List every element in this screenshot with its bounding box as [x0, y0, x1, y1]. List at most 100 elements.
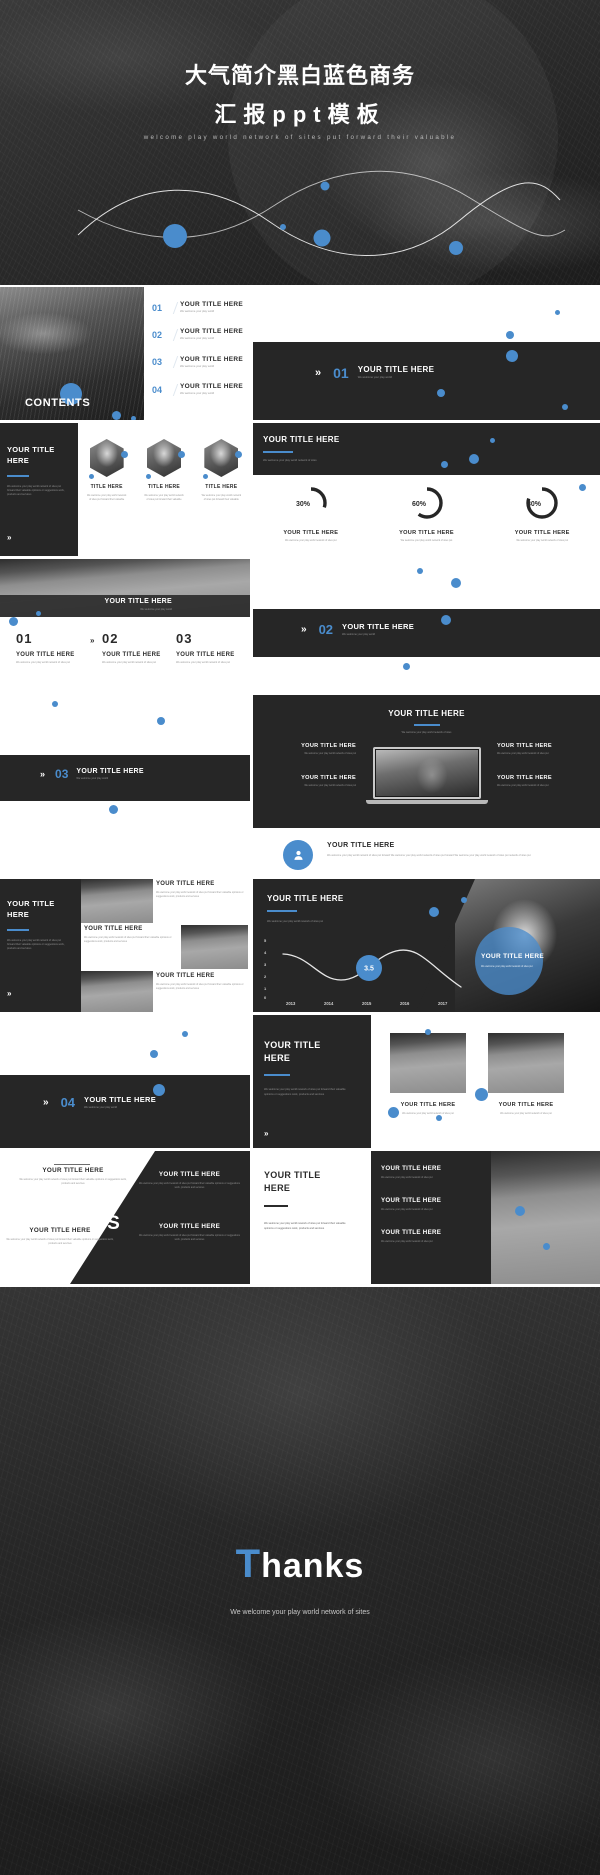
list-item[interactable]: 01 YOUR TITLE HERE We welcome your play …	[152, 301, 244, 314]
divider	[54, 1164, 90, 1165]
donut-slide-title: YOUR TITLE HERE	[263, 435, 340, 444]
decorative-dot	[506, 350, 518, 362]
gallery-card-title: YOUR TITLE HERE	[156, 881, 215, 887]
contents-item-number: 02	[152, 329, 163, 340]
gallery-card[interactable]: YOUR TITLE HERE We welcome your play wor…	[156, 973, 248, 991]
vs-item[interactable]: YOUR TITLE HERE We welcome your play wor…	[137, 1171, 242, 1190]
donut-stat-item[interactable]: 30% YOUR TITLE HERE We welcome your play…	[253, 475, 369, 556]
svg-text:1: 1	[264, 986, 267, 991]
gallery-card-desc: We welcome your play world network of si…	[156, 983, 244, 990]
section-band: » 04 YOUR TITLE HERE We welcome your pla…	[0, 1075, 250, 1148]
beach-banner-slide: YOUR TITLE HERE We welcome your play wor…	[0, 559, 250, 692]
decorative-dot	[543, 1243, 550, 1250]
section-desc: We welcome your play world	[357, 376, 392, 380]
donut-item-title: YOUR TITLE HERE	[514, 530, 570, 536]
feature-item[interactable]: YOUR TITLE HERE We welcome your play wor…	[261, 775, 356, 788]
decorative-dot	[436, 1115, 442, 1121]
decorative-dot	[475, 1088, 488, 1101]
feature-desc: We welcome your play world network of si…	[304, 752, 356, 755]
contents-item-title: YOUR TITLE HERE	[180, 382, 244, 390]
list-left-panel: YOUR TITLE HERE We welcome your play wor…	[253, 1151, 371, 1284]
section-number: 03	[55, 767, 69, 781]
feature-item[interactable]: YOUR TITLE HERE We welcome your play wor…	[261, 743, 356, 756]
donut-chart-80: 80%	[526, 487, 558, 519]
gallery-card[interactable]: YOUR TITLE HERE We welcome your play wor…	[84, 926, 176, 944]
donut-chart-60: 60%	[410, 487, 443, 519]
decorative-dot	[451, 578, 461, 588]
decorative-dot	[131, 416, 136, 420]
vs-item[interactable]: YOUR TITLE HERE We welcome your play wor…	[137, 1223, 242, 1242]
accent-rule	[264, 1205, 288, 1207]
list-item[interactable]: 03 YOUR TITLE HERE We welcome your play …	[152, 356, 244, 369]
list-item-desc: We welcome your play world network of si…	[381, 1207, 433, 1211]
card-desc: We welcome your play world network of si…	[402, 1112, 454, 1115]
cover-slide: 大气简介黑白蓝色商务 汇报ppt模板 welcome play world ne…	[0, 0, 600, 285]
divider	[165, 356, 179, 369]
feature-item[interactable]: YOUR TITLE HERE We welcome your play wor…	[497, 775, 592, 788]
contents-item-desc: We welcome your play world	[180, 337, 215, 341]
team-title-line-2: HERE	[7, 455, 30, 465]
gallery-left-panel: YOUR TITLE HERE We welcome your play wor…	[0, 879, 81, 1012]
decorative-dot	[441, 461, 448, 468]
avatar	[204, 439, 239, 477]
team-left-panel: YOUR TITLE HERE We welcome your play wor…	[0, 423, 78, 556]
list-item-title: YOUR TITLE HERE	[381, 1228, 442, 1236]
panel-title-line-2: HERE	[264, 1183, 291, 1194]
section-title: YOUR TITLE HERE	[76, 767, 144, 775]
gallery-card-title: YOUR TITLE HERE	[84, 926, 143, 932]
contents-list: 01 YOUR TITLE HERE We welcome your play …	[144, 287, 250, 420]
vs-item-desc: We welcome your play world network of si…	[139, 1234, 240, 1241]
team-member-card[interactable]: TITLE HERE We welcome your play world ne…	[139, 439, 189, 556]
numbered-item[interactable]: 03 YOUR TITLE HERE We welcome your play …	[176, 631, 250, 665]
feature-item[interactable]: YOUR TITLE HERE We welcome your play wor…	[497, 743, 592, 756]
list-item[interactable]: YOUR TITLE HERE We welcome your play wor…	[381, 1197, 481, 1212]
team-member-desc: We welcome your play world network of si…	[86, 494, 127, 501]
decorative-dot	[235, 451, 243, 458]
accent-rule	[413, 724, 440, 726]
team-member-name: TITLE HERE	[147, 484, 181, 490]
team-member-card[interactable]: TITLE HERE We welcome your play world ne…	[82, 439, 132, 556]
card-desc: We welcome your play world network of si…	[500, 1112, 552, 1115]
list-item[interactable]: 02 YOUR TITLE HERE We welcome your play …	[152, 328, 244, 341]
donut-percent-label: 60%	[412, 501, 427, 508]
gallery-card[interactable]: YOUR TITLE HERE We welcome your play wor…	[156, 881, 248, 899]
image-card[interactable]: YOUR TITLE HERE We welcome your play wor…	[488, 1033, 564, 1116]
donut-stat-item[interactable]: 60% YOUR TITLE HERE We welcome your play…	[369, 475, 485, 556]
decorative-dot	[177, 451, 185, 458]
icon-row-slide: YOUR TITLE HERE We welcome your play wor…	[253, 831, 600, 879]
svg-text:2015: 2015	[362, 1001, 372, 1006]
card-title: YOUR TITLE HERE	[498, 1102, 554, 1108]
two-images-slide: YOUR TITLE HERE We welcome your play wor…	[253, 1015, 600, 1148]
item-number: 03	[176, 631, 193, 646]
thanks-subtitle: We welcome your play world network of si…	[230, 1609, 370, 1616]
donut-stat-item[interactable]: 80% YOUR TITLE HERE We welcome your play…	[484, 475, 600, 556]
accent-rule	[263, 451, 293, 453]
list-item[interactable]: YOUR TITLE HERE We welcome your play wor…	[381, 1165, 481, 1180]
list-item[interactable]: 04 YOUR TITLE HERE We welcome your play …	[152, 383, 244, 396]
donut-item-title: YOUR TITLE HERE	[283, 530, 339, 536]
team-desc: We welcome your play world network of si…	[7, 485, 65, 496]
vs-item-title: YOUR TITLE HERE	[158, 1223, 221, 1230]
list-item-title: YOUR TITLE HERE	[381, 1196, 442, 1204]
svg-text:5: 5	[264, 938, 267, 943]
decorative-dot	[9, 617, 18, 626]
thanks-word: hanks	[261, 1547, 365, 1585]
gallery-slide: YOUR TITLE HERE We welcome your play wor…	[0, 879, 250, 1012]
numbered-item[interactable]: 02 YOUR TITLE HERE We welcome your play …	[102, 631, 176, 665]
svg-text:2017: 2017	[438, 1001, 448, 1006]
icon-row-desc: We welcome your play world network of si…	[327, 854, 531, 857]
donut-percent-label: 30%	[296, 501, 311, 508]
gallery-title-line-2: HERE	[7, 909, 30, 919]
contents-item-title: YOUR TITLE HERE	[180, 328, 244, 336]
team-member-card[interactable]: TITLE HERE We welcome your play world ne…	[196, 439, 246, 556]
panel-title-line-1: YOUR TITLE	[264, 1170, 321, 1180]
list-item[interactable]: YOUR TITLE HERE We welcome your play wor…	[381, 1229, 481, 1244]
vs-item[interactable]: YOUR TITLE HERE We welcome your play wor…	[18, 1167, 128, 1186]
svg-text:3: 3	[264, 962, 267, 967]
numbered-item[interactable]: 01 YOUR TITLE HERE We welcome your play …	[0, 631, 90, 665]
svg-text:2: 2	[264, 974, 267, 979]
decorative-dot	[515, 1206, 525, 1216]
panel-desc: We welcome your play world network of si…	[264, 1088, 346, 1097]
image-card[interactable]: YOUR TITLE HERE We welcome your play wor…	[390, 1033, 466, 1116]
feature-title: YOUR TITLE HERE	[497, 743, 552, 749]
